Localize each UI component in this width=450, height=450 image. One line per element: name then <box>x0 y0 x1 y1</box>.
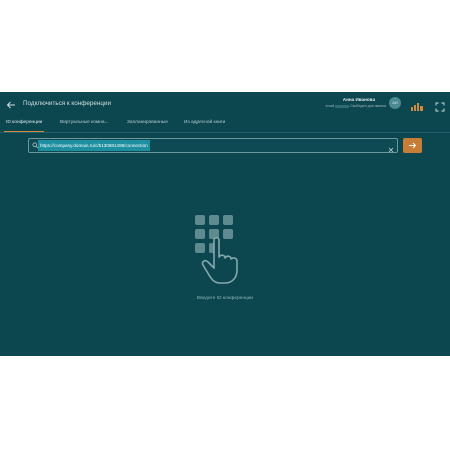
back-button[interactable] <box>5 98 17 110</box>
bars-logo-icon <box>410 99 424 111</box>
redacted-mask <box>335 104 350 108</box>
tab-address-book[interactable]: Из адресной книги <box>184 120 225 131</box>
connect-button[interactable] <box>403 138 422 153</box>
user-presence: Свободен для звонка <box>350 104 386 108</box>
page-title: Подключиться к конференции <box>23 100 112 107</box>
tab-virtual-rooms[interactable]: Виртуальные комна... <box>60 120 109 131</box>
conference-id-value[interactable]: https://company.domain.ru/c/5130681498/c… <box>38 140 150 151</box>
user-name: Анна Иванова <box>342 97 375 102</box>
header-bar: Подключиться к конференции Анна Иванова … <box>0 92 450 116</box>
avatar[interactable]: АИ <box>389 97 401 109</box>
empty-state-caption: Введите ID конференции <box>196 296 254 301</box>
arrow-left-icon <box>6 101 15 109</box>
fullscreen-icon <box>435 102 445 112</box>
user-email: email <box>325 104 335 108</box>
user-status: email Свободен для звонка <box>326 104 386 108</box>
tab-bar: ID конференции Виртуальные комна... Запл… <box>0 118 450 133</box>
app-window: Подключиться к конференции Анна Иванова … <box>0 92 450 356</box>
close-icon <box>388 147 394 153</box>
tab-scheduled[interactable]: Запланированные <box>127 120 168 131</box>
fullscreen-button[interactable] <box>435 99 445 112</box>
arrow-right-icon <box>409 142 417 149</box>
tab-conference-id[interactable]: ID конференции <box>3 120 45 132</box>
keypad-hand-icon <box>188 212 263 287</box>
clear-button[interactable] <box>387 141 395 153</box>
